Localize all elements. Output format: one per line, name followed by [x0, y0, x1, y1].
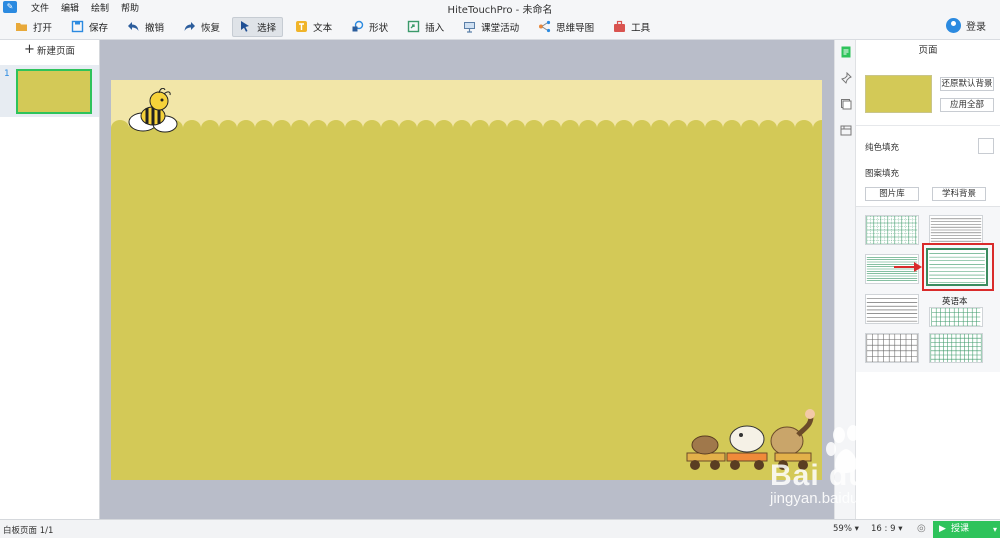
pattern-lines[interactable]	[929, 215, 983, 245]
status-bar: 白板页面 1/1 59% ▾ 16 : 9 ▾ ◎ ▶ 授课 ▾	[0, 519, 1000, 538]
divider	[856, 125, 1000, 126]
text-label: 文本	[313, 22, 333, 34]
pattern-square-grid[interactable]	[865, 333, 919, 363]
pattern-green-grid[interactable]	[929, 333, 983, 363]
insert-icon	[407, 20, 420, 33]
tools-button[interactable]: 工具	[606, 17, 657, 37]
scallop-border	[111, 120, 822, 134]
whiteboard-slide[interactable]	[111, 80, 822, 480]
panel-title: 页面	[918, 45, 938, 56]
save-button[interactable]: 保存	[64, 17, 115, 37]
classroom-label: 课堂活动	[481, 22, 520, 34]
insert-button[interactable]: 插入	[400, 17, 451, 37]
page-thumbnail-row[interactable]: 1	[0, 65, 99, 117]
cursor-icon	[241, 21, 250, 32]
text-button[interactable]: 文本	[288, 17, 339, 37]
menu-help[interactable]: 帮助	[121, 1, 139, 14]
open-label: 打开	[33, 22, 53, 34]
pattern-wide-lines[interactable]	[865, 294, 919, 324]
image-library-button[interactable]: 图片库	[865, 187, 919, 201]
undo-icon	[128, 22, 139, 31]
save-icon	[71, 20, 84, 33]
mindmap-label: 思维导图	[556, 22, 595, 34]
tools-label: 工具	[631, 22, 651, 34]
open-button[interactable]: 打开	[8, 17, 59, 37]
apply-all-button[interactable]: 应用全部	[940, 98, 994, 112]
shape-button[interactable]: 形状	[344, 17, 395, 37]
ratio-value: 16 : 9	[871, 524, 896, 534]
page-thumbnail[interactable]	[16, 69, 92, 114]
background-preview	[865, 75, 932, 113]
side-icon-column	[834, 40, 856, 520]
new-page-label: 新建页面	[36, 46, 75, 57]
chevron-down-icon: ▾	[898, 524, 903, 534]
start-class-label: 授课	[951, 524, 970, 534]
new-page-button[interactable]: + 新建页面	[0, 40, 99, 60]
user-icon	[946, 18, 961, 33]
redo-button[interactable]: 恢复	[176, 17, 227, 37]
chevron-down-icon: ▾	[854, 524, 859, 534]
folder-icon	[16, 23, 27, 31]
pattern-fill-label: 图案填充	[865, 169, 900, 179]
chevron-down-icon: ▾	[992, 525, 997, 534]
text-icon	[296, 21, 308, 32]
page-settings-icon[interactable]	[840, 46, 852, 58]
pattern-grid: 英语本	[856, 206, 1000, 372]
toolbar: 打开 保存 撤销 恢复 选择 文本 形状 插入 课堂活动 思维导图 工具 登录	[0, 14, 1000, 40]
pattern-tianzi-grid[interactable]	[865, 215, 919, 245]
pattern-tooltip: 英语本	[942, 297, 968, 307]
shape-icon	[352, 20, 364, 32]
zoom-value: 59%	[833, 524, 852, 534]
mindmap-icon	[539, 20, 551, 33]
menu-draw[interactable]: 绘制	[91, 1, 109, 14]
save-label: 保存	[89, 22, 109, 34]
settings-icon[interactable]: ◎	[917, 523, 926, 534]
zoom-select[interactable]: 59% ▾	[833, 524, 859, 534]
shape-label: 形状	[369, 22, 389, 34]
login-button[interactable]: 登录	[946, 18, 986, 33]
page-info: 白板页面 1/1	[3, 526, 54, 536]
page-number: 1	[4, 69, 10, 79]
red-arrow-icon	[894, 262, 922, 272]
login-label: 登录	[966, 22, 986, 33]
toolbox-icon	[614, 20, 626, 32]
selected-pattern-highlight	[922, 243, 994, 291]
mindmap-button[interactable]: 思维导图	[531, 17, 601, 37]
classroom-icon	[464, 22, 476, 33]
redo-icon	[184, 22, 196, 31]
animal-train-icon	[686, 409, 815, 470]
solid-fill-color-picker[interactable]	[978, 138, 994, 154]
pin-icon[interactable]	[840, 72, 852, 84]
bee-icon	[128, 88, 178, 133]
insert-label: 插入	[425, 22, 445, 34]
canvas-area[interactable]	[100, 40, 834, 520]
select-label: 选择	[257, 22, 277, 34]
classroom-activity-button[interactable]: 课堂活动	[456, 17, 526, 37]
redo-label: 恢复	[201, 22, 221, 34]
pattern-small-grid[interactable]	[929, 307, 983, 327]
start-class-button[interactable]: ▶ 授课 ▾	[933, 521, 1000, 538]
select-button[interactable]: 选择	[232, 16, 284, 37]
app-logo-icon: ✎	[3, 1, 17, 13]
subject-background-button[interactable]: 学科背景	[932, 187, 986, 201]
menu-edit[interactable]: 编辑	[61, 1, 79, 14]
menu-bar: ✎ 文件 编辑 绘制 帮助 HiteTouchPro - 未命名	[0, 0, 1000, 16]
menu-file[interactable]: 文件	[31, 1, 49, 14]
plus-icon: +	[24, 42, 35, 57]
restore-default-bg-button[interactable]: 还原默认背景	[940, 77, 994, 91]
page-properties-panel: 页面 还原默认背景 应用全部 纯色填充 图案填充 图片库 学科背景 英语本	[856, 40, 1000, 520]
undo-label: 撤销	[145, 22, 165, 34]
layers-icon[interactable]	[840, 98, 852, 110]
page-list-panel: + 新建页面 1	[0, 40, 100, 520]
aspect-ratio-select[interactable]: 16 : 9 ▾	[871, 524, 902, 534]
play-icon: ▶	[939, 524, 946, 534]
undo-button[interactable]: 撤销	[120, 17, 171, 37]
solid-fill-label: 纯色填充	[865, 143, 900, 153]
library-icon[interactable]	[840, 124, 852, 136]
